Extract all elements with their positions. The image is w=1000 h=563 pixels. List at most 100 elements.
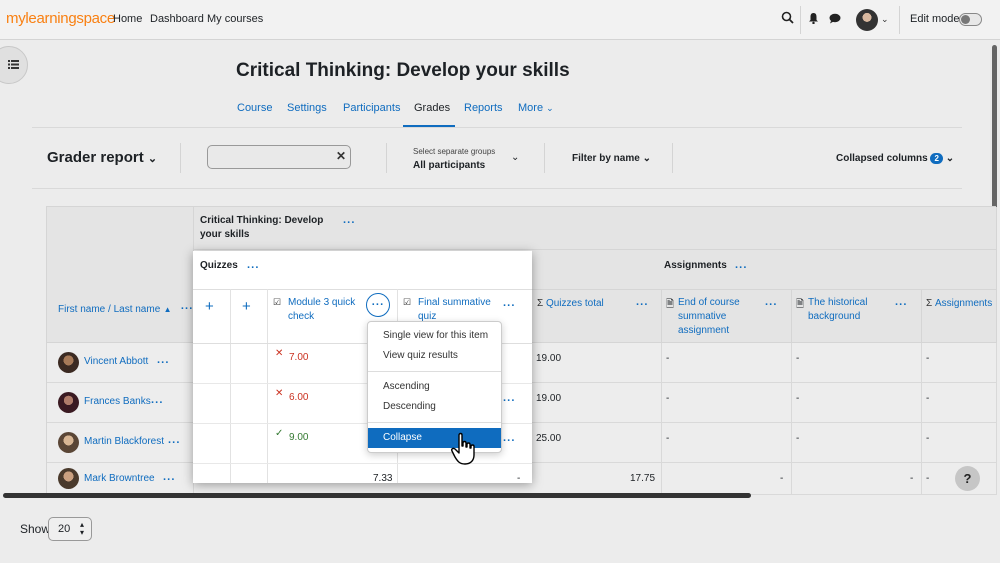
menu-item-view-quiz-results[interactable]: View quiz results (368, 346, 501, 366)
name-actions-icon[interactable]: ··· (181, 303, 194, 315)
divider (800, 6, 801, 34)
tab-course[interactable]: Course (237, 102, 272, 114)
site-logo[interactable]: mylearningspace (6, 10, 115, 27)
tab-more[interactable]: More ⌄ (518, 102, 554, 114)
student-actions-icon[interactable]: ··· (163, 474, 176, 486)
nav-home[interactable]: Home (113, 13, 142, 25)
menu-item-descending[interactable]: Descending (368, 397, 501, 417)
table-cell[interactable]: - (922, 343, 997, 383)
end-of-course-link[interactable]: End of course summative assignment (678, 296, 758, 338)
table-row: Martin Blackforest ··· (47, 423, 194, 463)
expand-plus-icon[interactable]: + (205, 298, 214, 315)
avatar[interactable] (58, 468, 79, 489)
menu-item-collapse[interactable]: Collapse (368, 428, 501, 448)
table-cell[interactable]: - (922, 383, 997, 423)
nav-my-courses[interactable]: My courses (207, 13, 263, 25)
historical-header: 🗎 The historical background ··· (792, 290, 922, 343)
expand-plus-icon[interactable]: + (242, 298, 251, 315)
student-actions-icon[interactable]: ··· (157, 357, 170, 369)
table-cell[interactable]: - (792, 383, 922, 423)
bell-icon[interactable] (808, 12, 819, 27)
historical-actions-icon[interactable]: ··· (895, 299, 908, 311)
student-actions-icon[interactable]: ··· (151, 397, 164, 409)
table-cell[interactable]: - (662, 463, 792, 495)
tab-participants[interactable]: Participants (343, 102, 400, 114)
tab-grades[interactable]: Grades (414, 102, 450, 114)
menu-item-ascending[interactable]: Ascending (368, 377, 501, 397)
course-index-button[interactable] (0, 46, 28, 84)
groups-value[interactable]: All participants (413, 160, 485, 171)
collapsed-columns[interactable]: Collapsed columns 2 ⌄ (836, 153, 954, 164)
module3-actions-button[interactable]: ··· (366, 293, 390, 317)
assignments-total-label[interactable]: Σ Assignments (926, 297, 992, 311)
table-cell[interactable]: 25.00 (532, 423, 662, 463)
assignments-actions-icon[interactable]: ··· (735, 262, 748, 274)
filter-by-name[interactable]: Filter by name ⌄ (572, 153, 651, 164)
chevron-down-icon[interactable]: ⌄ (511, 152, 519, 163)
category-quizzes: Quizzes (200, 260, 238, 271)
chat-icon[interactable] (829, 13, 841, 27)
user-avatar[interactable] (856, 9, 878, 31)
table-cell[interactable]: - (792, 463, 922, 495)
grade-value[interactable]: - (517, 473, 520, 484)
avatar[interactable] (58, 352, 79, 373)
historical-value: - (796, 433, 800, 444)
help-button[interactable]: ? (955, 466, 980, 491)
module3-link[interactable]: Module 3 quick check (288, 296, 363, 324)
fail-icon: ✕ (275, 388, 284, 399)
search-icon[interactable] (781, 11, 794, 27)
student-name[interactable]: Mark Browntree (84, 472, 155, 486)
table-cell[interactable]: 19.00 (532, 343, 662, 383)
table-cell[interactable]: - (792, 343, 922, 383)
avatar[interactable] (58, 432, 79, 453)
table-cell[interactable]: 17.75 (532, 463, 662, 495)
table-cell[interactable]: - (662, 423, 792, 463)
final-quiz-actions-icon[interactable]: ··· (503, 300, 516, 312)
quizzes-total-actions-icon[interactable]: ··· (636, 299, 649, 311)
table-cell[interactable]: - (662, 343, 792, 383)
cell-actions-icon[interactable]: ··· (503, 395, 516, 407)
student-name[interactable]: Vincent Abbott (84, 355, 148, 369)
sigma-icon: Σ (926, 298, 933, 309)
table-cell[interactable]: - (922, 423, 997, 463)
grade-value[interactable]: 9.00 (289, 432, 308, 443)
per-page-select[interactable]: 20 ▴ ▾ (48, 517, 92, 541)
quizzes-total-value: 17.75 (630, 473, 656, 484)
historical-link[interactable]: The historical background (808, 296, 888, 324)
final-quiz-link[interactable]: Final summative quiz (418, 296, 493, 324)
table-cell[interactable]: - (792, 423, 922, 463)
assignments-total-value: - (926, 393, 930, 404)
cell-actions-icon[interactable]: ··· (503, 435, 516, 447)
search-users-input[interactable]: ✕ (207, 145, 351, 169)
quizzes-total-value: 19.00 (536, 353, 562, 364)
course-actions-icon[interactable]: ··· (343, 217, 356, 229)
table-cell[interactable]: - (662, 383, 792, 423)
student-name[interactable]: Martin Blackforest (84, 435, 164, 449)
chevron-down-icon[interactable]: ⌄ (881, 14, 889, 25)
assignments-total-text: Assignments (934, 298, 993, 309)
menu-item-single-view[interactable]: Single view for this item (368, 326, 501, 346)
grade-value[interactable]: 7.33 (373, 473, 392, 484)
tab-reports[interactable]: Reports (464, 102, 503, 114)
tab-settings[interactable]: Settings (287, 102, 327, 114)
divider (368, 371, 501, 372)
end-of-course-actions-icon[interactable]: ··· (765, 299, 778, 311)
student-name[interactable]: Frances Banks (84, 395, 151, 409)
end-of-course-header: 🗎 End of course summative assignment ··· (662, 290, 792, 343)
quizzes-total-label[interactable]: Σ Quizzes total (537, 297, 604, 311)
edit-mode-toggle[interactable] (959, 13, 982, 26)
grade-value[interactable]: 6.00 (289, 392, 308, 403)
table-cell[interactable]: 19.00 (532, 383, 662, 423)
student-actions-icon[interactable]: ··· (168, 437, 181, 449)
table-horizontal-scrollbar[interactable] (3, 493, 751, 498)
end-of-course-value: - (666, 433, 670, 444)
clear-icon[interactable]: ✕ (336, 149, 346, 163)
show-label: Show (20, 522, 51, 536)
quizzes-actions-icon[interactable]: ··· (247, 262, 260, 274)
grade-value[interactable]: 7.00 (289, 352, 308, 363)
assignments-total-value: - (926, 433, 930, 444)
name-sort-header[interactable]: First name / Last name ▲ ··· (58, 301, 193, 317)
avatar[interactable] (58, 392, 79, 413)
nav-dashboard[interactable]: Dashboard (150, 13, 204, 25)
report-selector[interactable]: Grader report ⌄ (47, 149, 157, 166)
